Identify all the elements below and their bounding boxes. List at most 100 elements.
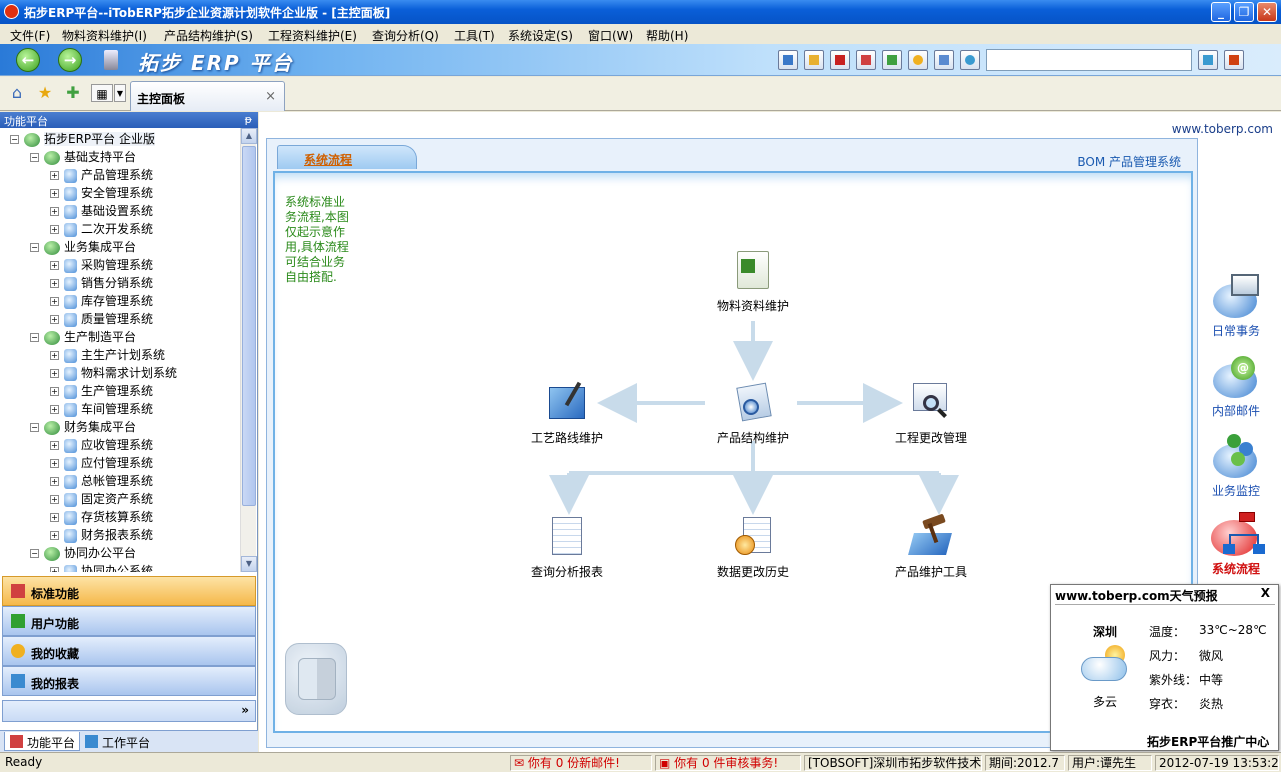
node-query-report[interactable]: 查询分析报表 [507, 515, 627, 580]
menu-engineering[interactable]: 工程资料维护(E) [268, 27, 357, 44]
expand-icon[interactable]: + [50, 495, 59, 504]
dock-internal-mail[interactable]: @ 内部邮件 [1201, 354, 1271, 419]
tree-group[interactable]: − 业务集成平台 [30, 238, 136, 256]
tree-item[interactable]: + 主生产计划系统 [50, 346, 165, 364]
collapse-icon[interactable]: − [30, 153, 39, 162]
collapse-icon[interactable]: − [30, 333, 39, 342]
expand-icon[interactable]: + [50, 297, 59, 306]
status-mail[interactable]: ✉ 你有 0 份新邮件! [510, 755, 652, 771]
forward-button[interactable]: → [58, 48, 82, 72]
home-icon[interactable]: ⌂ [8, 84, 26, 102]
tab-system-flow[interactable]: 系统流程 [277, 145, 417, 169]
search-input[interactable] [986, 49, 1192, 71]
expand-icon[interactable]: + [50, 513, 59, 522]
tree-item[interactable]: + 销售分销系统 [50, 274, 153, 292]
toolbar-tree-icon[interactable] [856, 50, 876, 70]
accordion-my-reports[interactable]: 我的报表 [2, 666, 256, 696]
toolbar-star-icon[interactable] [908, 50, 928, 70]
expand-icon[interactable]: + [50, 189, 59, 198]
expand-icon[interactable]: + [50, 171, 59, 180]
tree-item[interactable]: + 库存管理系统 [50, 292, 153, 310]
expand-icon[interactable]: + [50, 369, 59, 378]
chevron-down-icon[interactable]: ▼ [114, 84, 126, 102]
tree-item[interactable]: + 应收管理系统 [50, 436, 153, 454]
tree-item[interactable]: + 协同办公系统 [50, 562, 153, 572]
minimize-button[interactable]: _ [1211, 2, 1231, 22]
tree-item[interactable]: + 应付管理系统 [50, 454, 153, 472]
tab-work-platform[interactable]: 工作平台 [80, 732, 154, 751]
node-structure[interactable]: 产品结构维护 [693, 381, 813, 446]
status-audit[interactable]: ▣ 你有 0 件审核事务! [655, 755, 801, 771]
tab-function-platform[interactable]: 功能平台 [4, 732, 81, 751]
tree-group[interactable]: − 拓步ERP平台 企业版 [10, 130, 155, 148]
scroll-down-icon[interactable]: ▼ [241, 556, 257, 572]
expand-icon[interactable]: + [50, 261, 59, 270]
add-favorite-icon[interactable]: ✚ [64, 84, 82, 102]
expand-icon[interactable]: + [50, 567, 59, 572]
node-eng-change[interactable]: 工程更改管理 [871, 381, 991, 446]
menu-product-structure[interactable]: 产品结构维护(S) [164, 27, 253, 44]
tree-item[interactable]: + 质量管理系统 [50, 310, 153, 328]
tree-item[interactable]: + 生产管理系统 [50, 382, 153, 400]
dock-business-monitor[interactable]: 业务监控 [1201, 434, 1271, 499]
expand-icon[interactable]: + [50, 459, 59, 468]
expand-icon[interactable]: + [50, 225, 59, 234]
back-button[interactable]: ← [16, 48, 40, 72]
tree-item[interactable]: + 存货核算系统 [50, 508, 153, 526]
menu-material[interactable]: 物料资料维护(I) [62, 27, 147, 44]
collapse-icon[interactable]: − [30, 423, 39, 432]
tree-item[interactable]: + 总帐管理系统 [50, 472, 153, 490]
tree-scrollbar[interactable]: ▲ ▼ [240, 128, 257, 572]
expand-icon[interactable]: + [50, 441, 59, 450]
expand-icon[interactable]: + [50, 531, 59, 540]
site-link[interactable]: www.toberp.com [1172, 122, 1273, 136]
expand-icon[interactable]: + [50, 477, 59, 486]
tree-item[interactable]: + 采购管理系统 [50, 256, 153, 274]
close-button[interactable]: ✕ [1257, 2, 1277, 22]
tree-item[interactable]: + 固定资产系统 [50, 490, 153, 508]
tree-item[interactable]: + 物料需求计划系统 [50, 364, 177, 382]
node-material[interactable]: 物料资料维护 [693, 249, 813, 314]
toolbar-report-icon[interactable] [934, 50, 954, 70]
weather-close-button[interactable]: X [1261, 586, 1270, 600]
expand-icon[interactable]: + [50, 405, 59, 414]
expand-icon[interactable]: + [50, 315, 59, 324]
weather-footer-link[interactable]: 拓步ERP平台推广中心 [1147, 733, 1269, 750]
menu-help[interactable]: 帮助(H) [646, 27, 688, 44]
tree-group[interactable]: − 基础支持平台 [30, 148, 136, 166]
toolbar-grid-icon[interactable] [778, 50, 798, 70]
scroll-up-icon[interactable]: ▲ [241, 128, 257, 144]
node-change-history[interactable]: 数据更改历史 [693, 515, 813, 580]
tab-close-icon[interactable]: × [265, 89, 276, 104]
scroll-thumb[interactable] [242, 146, 256, 506]
tab-main-panel[interactable]: 主控面板 × [130, 81, 285, 111]
toolbar-help-icon[interactable] [960, 50, 980, 70]
tree-item[interactable]: + 产品管理系统 [50, 166, 153, 184]
node-routing[interactable]: 工艺路线维护 [507, 381, 627, 446]
favorite-icon[interactable]: ★ [36, 84, 54, 102]
pin-icon[interactable]: ᵽ [245, 113, 252, 126]
expand-icon[interactable]: + [50, 351, 59, 360]
menu-file[interactable]: 文件(F) [10, 27, 50, 44]
collapse-icon[interactable]: − [10, 135, 19, 144]
tree-item[interactable]: + 车间管理系统 [50, 400, 153, 418]
dock-daily-affairs[interactable]: 日常事务 [1201, 274, 1271, 339]
expand-icon[interactable]: + [50, 279, 59, 288]
accordion-standard-functions[interactable]: 标准功能 [2, 576, 256, 606]
toolbar-add-icon[interactable] [882, 50, 902, 70]
toolbar-go-icon[interactable] [1198, 50, 1218, 70]
menu-tools[interactable]: 工具(T) [454, 27, 495, 44]
dock-system-flow[interactable]: 系统流程 [1201, 512, 1271, 577]
tree-group[interactable]: − 生产制造平台 [30, 328, 136, 346]
toolbar-exit-icon[interactable] [1224, 50, 1244, 70]
menu-settings[interactable]: 系统设定(S) [508, 27, 573, 44]
tree-group[interactable]: − 财务集成平台 [30, 418, 136, 436]
maximize-button[interactable]: ❐ [1234, 2, 1254, 22]
layout-icon[interactable]: ▦ [91, 84, 113, 102]
expand-icon[interactable]: + [50, 207, 59, 216]
collapse-icon[interactable]: − [30, 549, 39, 558]
tree-group[interactable]: − 协同办公平台 [30, 544, 136, 562]
tree-item[interactable]: + 安全管理系统 [50, 184, 153, 202]
menu-query[interactable]: 查询分析(Q) [372, 27, 439, 44]
accordion-my-favorites[interactable]: 我的收藏 [2, 636, 256, 666]
